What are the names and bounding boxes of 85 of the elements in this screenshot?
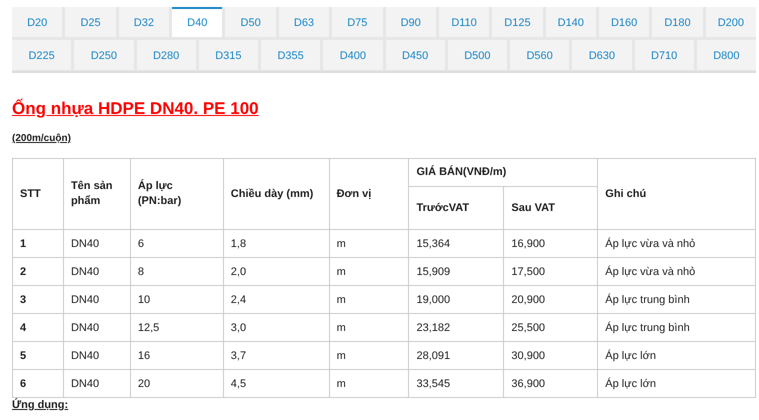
- table-cell: Áp lực lớn: [598, 370, 756, 398]
- table-cell: m: [329, 286, 409, 314]
- column-header: STT: [12, 158, 64, 230]
- table-cell: 28,091: [408, 342, 504, 370]
- size-tab[interactable]: D450: [386, 40, 445, 70]
- table-cell: DN40: [63, 258, 130, 286]
- table-cell: m: [329, 314, 409, 342]
- column-header: TrướcVAT: [408, 186, 504, 230]
- size-tab[interactable]: D25: [65, 7, 116, 37]
- table-cell: 3,7: [223, 342, 330, 370]
- table-cell: 4: [12, 314, 64, 342]
- table-cell: 30,900: [504, 342, 598, 370]
- table-cell: Áp lực lớn: [598, 342, 756, 370]
- column-header: Chiều dày (mm): [223, 158, 330, 230]
- size-tab[interactable]: D560: [510, 40, 570, 70]
- table-cell: 15,364: [408, 230, 504, 258]
- table-cell: 1,8: [223, 230, 330, 258]
- size-tab[interactable]: D63: [278, 7, 330, 37]
- size-tab[interactable]: D90: [386, 7, 436, 37]
- size-tab[interactable]: D160: [598, 7, 650, 37]
- size-tab[interactable]: D225: [12, 40, 72, 70]
- table-cell: DN40: [63, 370, 130, 398]
- table-cell: m: [329, 370, 409, 398]
- column-header: GIÁ BÁN(VNĐ/m): [408, 158, 598, 186]
- size-tab[interactable]: D125: [492, 7, 543, 37]
- size-tab[interactable]: D800: [696, 40, 756, 70]
- table-cell: 2,4: [223, 286, 330, 314]
- table-cell: 6: [130, 230, 224, 258]
- table-cell: 19,000: [408, 286, 504, 314]
- table-cell: 10: [130, 286, 224, 314]
- size-tab[interactable]: D500: [448, 40, 507, 70]
- table-cell: m: [329, 258, 409, 286]
- column-header: Tên sản phẩm: [63, 158, 130, 230]
- table-cell: 17,500: [504, 258, 598, 286]
- table-cell: m: [329, 230, 409, 258]
- table-cell: 25,500: [504, 314, 598, 342]
- table-cell: 4,5: [223, 370, 330, 398]
- product-title: Ống nhựa HDPE DN40. PE 100: [12, 99, 260, 119]
- size-tab[interactable]: D630: [572, 40, 632, 70]
- table-cell: 16: [130, 342, 224, 370]
- table-cell: m: [329, 342, 409, 370]
- table-cell: DN40: [63, 286, 130, 314]
- table-cell: 5: [12, 342, 64, 370]
- column-header: Áp lực (PN:bar): [130, 158, 224, 230]
- column-header: Đơn vị: [329, 158, 409, 230]
- table-cell: 1: [12, 230, 64, 258]
- table-cell: 16,900: [504, 230, 598, 258]
- section-heading: Ứng dụng:: [12, 399, 70, 411]
- table-cell: 8: [130, 258, 224, 286]
- size-tab[interactable]: D710: [634, 40, 694, 70]
- table-cell: Áp lực vừa và nhỏ: [598, 230, 756, 258]
- size-tab[interactable]: D315: [198, 40, 258, 70]
- table-cell: Áp lực trung bình: [598, 286, 756, 314]
- table-cell: DN40: [63, 314, 130, 342]
- size-tab[interactable]: D40: [172, 7, 222, 37]
- table-cell: 6: [12, 370, 64, 398]
- table-cell: 20,900: [504, 286, 598, 314]
- table-cell: DN40: [63, 342, 130, 370]
- table-cell: 2: [12, 258, 64, 286]
- table-cell: DN40: [63, 230, 130, 258]
- table-cell: 3: [12, 286, 64, 314]
- size-tab[interactable]: D20: [12, 7, 62, 37]
- table-cell: 23,182: [408, 314, 504, 342]
- size-tab[interactable]: D140: [546, 7, 596, 37]
- size-tab[interactable]: D355: [261, 40, 320, 70]
- table-cell: 15,909: [408, 258, 504, 286]
- table-cell: 2,0: [223, 258, 330, 286]
- size-tab[interactable]: D110: [438, 7, 490, 37]
- column-header: Ghi chú: [598, 158, 756, 230]
- table-cell: 3,0: [223, 314, 330, 342]
- table-cell: Áp lực vừa và nhỏ: [598, 258, 756, 286]
- size-tab[interactable]: D280: [136, 40, 196, 70]
- size-tab[interactable]: D400: [323, 40, 382, 70]
- table-cell: 33,545: [408, 370, 504, 398]
- size-tab[interactable]: D75: [332, 7, 383, 37]
- packaging-note: (200m/cuộn): [12, 133, 72, 144]
- size-tab[interactable]: D50: [225, 7, 276, 37]
- table-cell: 36,900: [504, 370, 598, 398]
- size-tab[interactable]: D180: [652, 7, 703, 37]
- table-cell: Áp lực trung bình: [598, 314, 756, 342]
- size-tab[interactable]: D32: [118, 7, 170, 37]
- size-tab[interactable]: D200: [706, 7, 756, 37]
- table-cell: 20: [130, 370, 224, 398]
- size-tab[interactable]: D250: [74, 40, 134, 70]
- table-cell: 12,5: [130, 314, 224, 342]
